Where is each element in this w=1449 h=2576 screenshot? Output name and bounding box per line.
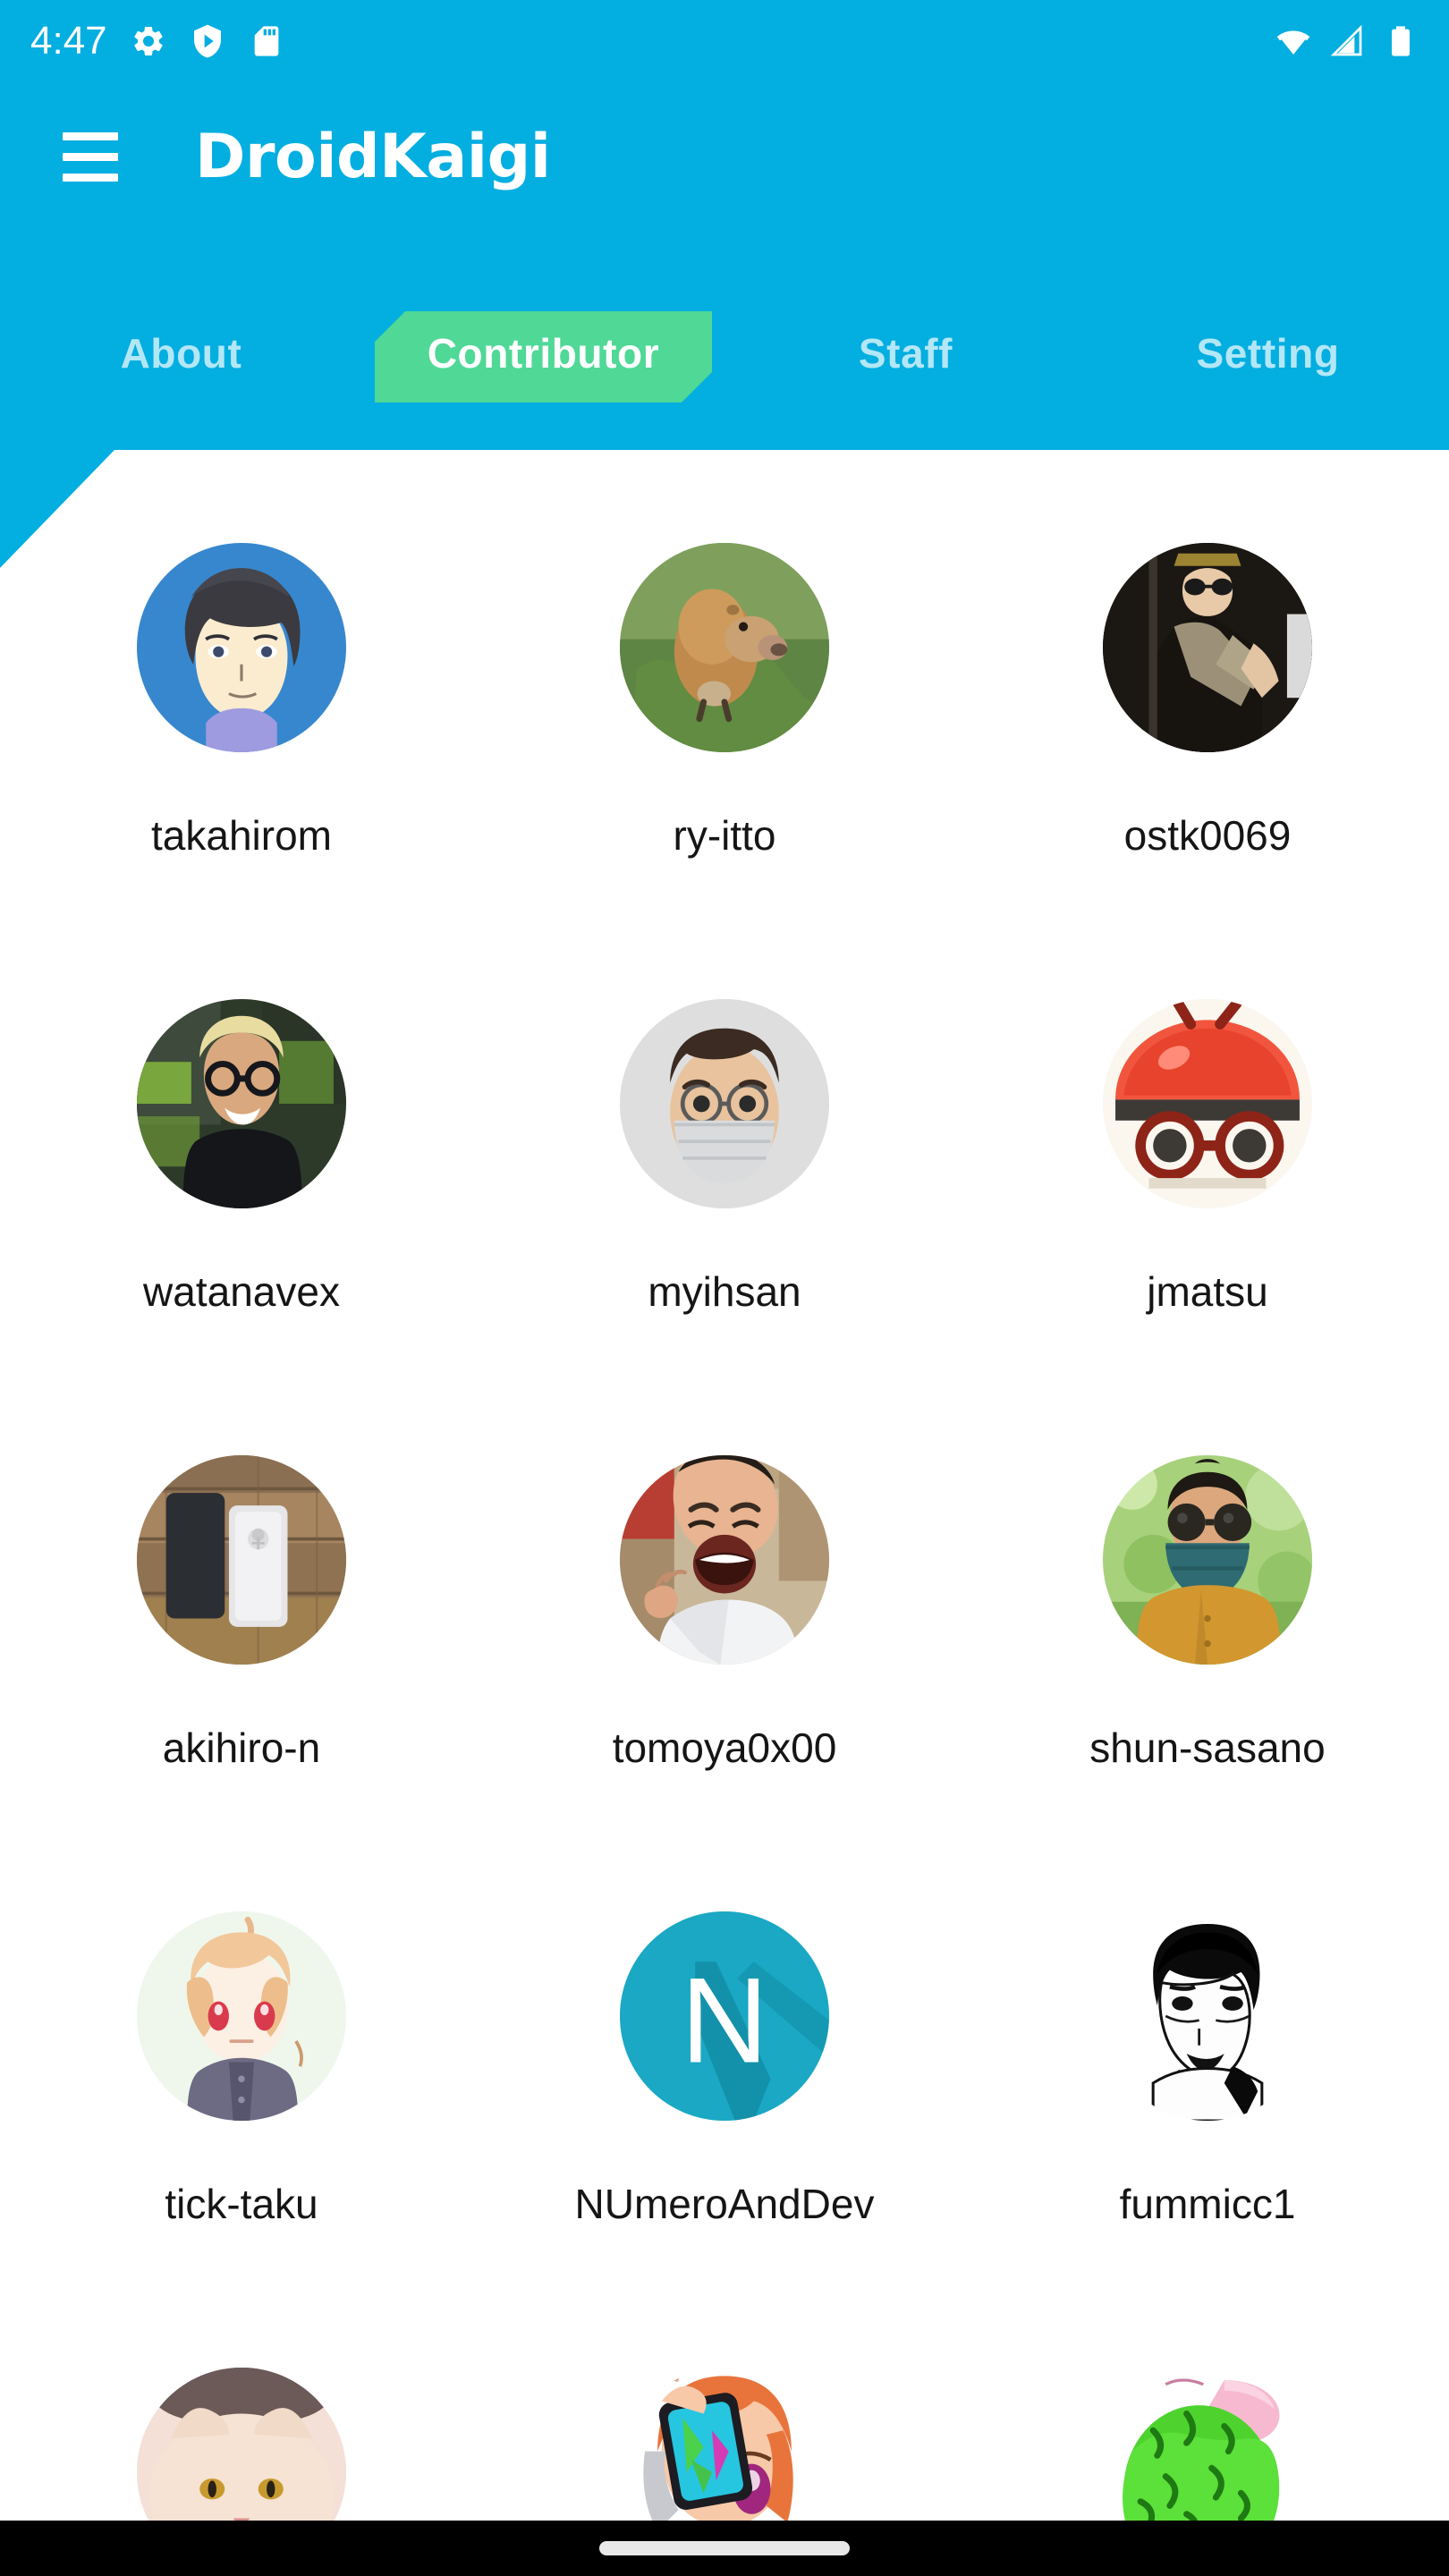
- avatar: [1103, 2368, 1312, 2521]
- contributor-item[interactable]: [0, 2292, 483, 2521]
- sd-card-icon: [249, 23, 284, 59]
- contributor-item[interactable]: jmatsu: [966, 924, 1449, 1380]
- wifi-icon: [1275, 23, 1311, 59]
- contributor-item[interactable]: tick-taku: [0, 1836, 483, 2292]
- tab-contributor[interactable]: Contributor: [362, 295, 724, 411]
- avatar: [137, 2368, 346, 2521]
- header-corner-notch: [0, 438, 215, 568]
- contributor-item[interactable]: akihiro-n: [0, 1380, 483, 1836]
- contributor-item[interactable]: tomoya0x00: [483, 1380, 966, 1836]
- contributor-name: akihiro-n: [162, 1724, 321, 1771]
- contributor-name: shun-sasano: [1089, 1724, 1326, 1771]
- contributor-item[interactable]: ry-itto: [483, 468, 966, 924]
- avatar: [137, 1455, 346, 1665]
- contributor-item[interactable]: watanavex: [0, 924, 483, 1380]
- contributor-list[interactable]: takahirom ry-itto ostk0069 watanavex myi…: [0, 450, 1449, 2521]
- avatar: [1103, 999, 1312, 1208]
- contributor-name: myihsan: [648, 1268, 801, 1315]
- status-bar-clock: 4:47: [30, 19, 107, 63]
- tab-label: Staff: [858, 330, 953, 377]
- contributor-name: tomoya0x00: [612, 1724, 837, 1771]
- contributor-name: watanavex: [143, 1268, 340, 1315]
- contributor-item[interactable]: ostk0069: [966, 468, 1449, 924]
- avatar: [620, 543, 829, 752]
- home-indicator-pill[interactable]: [599, 2541, 850, 2555]
- tab-about[interactable]: About: [0, 295, 362, 411]
- battery-icon: [1383, 23, 1419, 59]
- tab-label: About: [120, 330, 242, 377]
- svg-text:N: N: [681, 1952, 768, 2088]
- app-root: 4:47 DroidKaigi About Contributor Staff …: [0, 0, 1449, 2576]
- tab-setting[interactable]: Setting: [1087, 295, 1449, 411]
- tab-staff[interactable]: Staff: [724, 295, 1087, 411]
- avatar: [620, 1455, 829, 1665]
- avatar: N: [620, 1911, 829, 2121]
- app-title: DroidKaigi: [195, 121, 551, 192]
- hamburger-menu-icon[interactable]: [63, 122, 132, 191]
- contributor-name: NUmeroAndDev: [574, 2181, 875, 2227]
- tab-label: Setting: [1196, 330, 1340, 377]
- hamburger-line: [63, 131, 118, 140]
- contributor-item[interactable]: [966, 2292, 1449, 2521]
- avatar: [1103, 543, 1312, 752]
- tab-label: Contributor: [427, 330, 660, 377]
- contributor-item[interactable]: shun-sasano: [966, 1380, 1449, 1836]
- app-bar: DroidKaigi: [0, 89, 1449, 224]
- avatar: [137, 999, 346, 1208]
- play-protect-shield-icon: [190, 23, 225, 59]
- contributor-name: jmatsu: [1147, 1268, 1268, 1315]
- avatar: [1103, 1455, 1312, 1665]
- contributor-item[interactable]: [483, 2292, 966, 2521]
- avatar: [620, 2368, 829, 2521]
- avatar: [620, 999, 829, 1208]
- tab-bar: About Contributor Staff Setting: [0, 295, 1449, 411]
- hamburger-line: [63, 173, 118, 182]
- contributor-grid: takahirom ry-itto ostk0069 watanavex myi…: [0, 450, 1449, 2521]
- avatar: [137, 1911, 346, 2121]
- avatar: [1103, 1911, 1312, 2121]
- contributor-name: takahirom: [151, 812, 332, 859]
- contributor-name: fummicc1: [1119, 2181, 1296, 2227]
- contributor-item[interactable]: myihsan: [483, 924, 966, 1380]
- cellular-signal-icon: [1329, 23, 1365, 59]
- contributor-name: tick-taku: [165, 2181, 318, 2227]
- contributor-name: ostk0069: [1123, 812, 1292, 859]
- status-bar: 4:47: [0, 0, 1449, 82]
- status-bar-left: 4:47: [30, 21, 284, 61]
- contributor-item[interactable]: N NUmeroAndDev: [483, 1836, 966, 2292]
- system-navigation-bar: [0, 2521, 1449, 2576]
- hamburger-line: [63, 152, 118, 161]
- contributor-name: ry-itto: [673, 812, 776, 859]
- avatar: [137, 543, 346, 752]
- gear-icon: [131, 23, 166, 59]
- contributor-item[interactable]: fummicc1: [966, 1836, 1449, 2292]
- status-bar-right: [1275, 23, 1419, 59]
